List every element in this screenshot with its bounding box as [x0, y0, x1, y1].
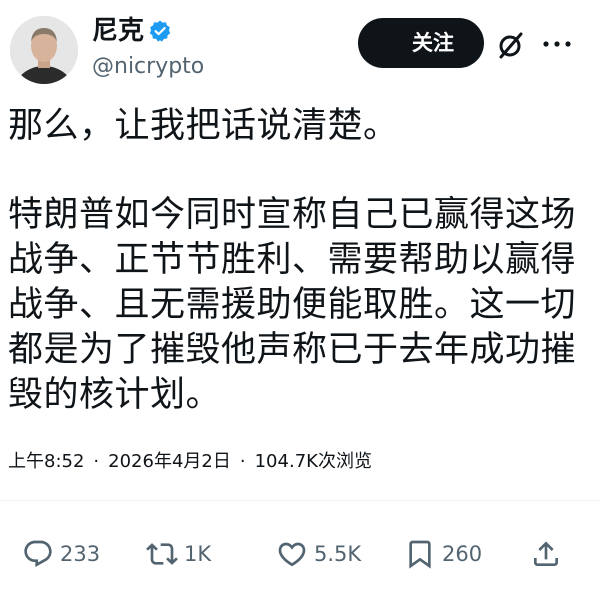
bookmark-button[interactable]: 260: [404, 528, 482, 580]
bookmark-count: 260: [442, 542, 483, 566]
verified-badge-icon[interactable]: [148, 19, 172, 43]
follow-button[interactable]: 关注: [358, 18, 484, 68]
meta-separator: ·: [239, 451, 246, 472]
tweet-paragraph-2: 特朗普如今同时宣称自己已赢得这场战争、正节节胜利、需要帮助以赢得战争、且无需援助…: [8, 195, 577, 415]
grok-slash-icon[interactable]: [496, 30, 526, 60]
tweet-meta: 上午8:52 · 2026年4月2日 · 104.7K次浏览: [8, 448, 372, 476]
divider: [0, 500, 600, 501]
retweet-count: 1K: [184, 542, 212, 566]
reply-count: 233: [60, 542, 101, 566]
tweet-text: 那么，让我把话说清楚。 特朗普如今同时宣称自己已赢得这场战争、正节节胜利、需要帮…: [8, 104, 588, 418]
like-button[interactable]: 5.5K: [276, 528, 361, 580]
share-button[interactable]: [530, 528, 562, 580]
avatar[interactable]: [10, 16, 78, 84]
author-name-row: 尼克: [92, 14, 172, 48]
retweet-icon: [146, 543, 178, 565]
reply-icon: [24, 540, 52, 567]
tweet-date[interactable]: 2026年4月2日: [108, 451, 231, 472]
tweet-header: 尼克 @nicrypto 关注: [0, 0, 600, 92]
tweet-time[interactable]: 上午8:52: [8, 451, 84, 472]
action-bar: 233 1K 5.5K 260: [0, 528, 600, 580]
retweet-button[interactable]: 1K: [146, 528, 211, 580]
bookmark-icon: [409, 540, 431, 569]
meta-separator: ·: [93, 451, 100, 472]
author-display-name[interactable]: 尼克: [92, 14, 144, 48]
author-handle[interactable]: @nicrypto: [92, 52, 204, 82]
share-icon: [534, 541, 558, 566]
reply-button[interactable]: 233: [22, 528, 100, 580]
more-dots-icon[interactable]: [540, 36, 574, 50]
heart-icon: [278, 542, 306, 567]
like-count: 5.5K: [314, 542, 362, 566]
tweet-paragraph-1: 那么，让我把话说清楚。: [8, 106, 399, 146]
avatar-image: [10, 16, 78, 84]
tweet-views: 104.7K次浏览: [254, 451, 372, 472]
